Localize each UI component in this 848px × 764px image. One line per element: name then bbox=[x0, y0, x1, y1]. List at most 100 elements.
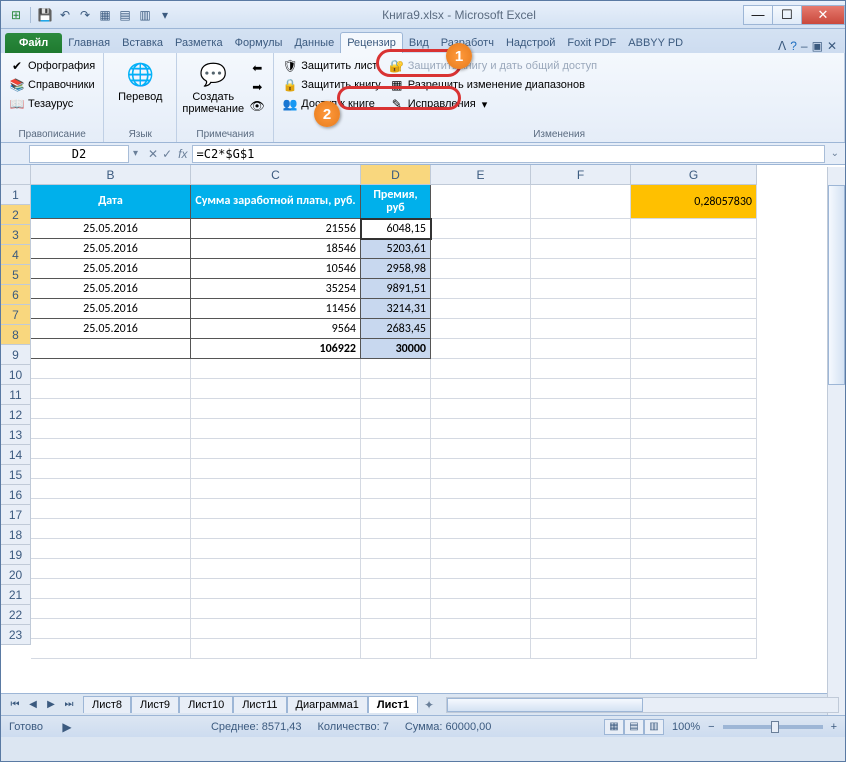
name-box[interactable]: D2 bbox=[29, 145, 129, 163]
cell-C11[interactable] bbox=[191, 399, 361, 419]
cell-C3[interactable]: 18546 bbox=[191, 239, 361, 259]
tab-nav-first[interactable]: ⏮ bbox=[7, 697, 23, 713]
zoom-slider[interactable] bbox=[723, 725, 823, 729]
cell-G22[interactable] bbox=[631, 619, 757, 639]
sheet-tab-Лист11[interactable]: Лист11 bbox=[233, 696, 286, 713]
cell-C15[interactable] bbox=[191, 479, 361, 499]
row-5[interactable]: 5 bbox=[1, 265, 31, 285]
row-6[interactable]: 6 bbox=[1, 285, 31, 305]
hscroll-thumb[interactable] bbox=[447, 698, 642, 712]
cell-B21[interactable] bbox=[31, 599, 191, 619]
cell-D16[interactable] bbox=[361, 499, 431, 519]
cell-D5[interactable]: 9891,51 bbox=[361, 279, 431, 299]
cell-B12[interactable] bbox=[31, 419, 191, 439]
cancel-formula-icon[interactable]: ✕ bbox=[148, 147, 158, 161]
cell-F23[interactable] bbox=[531, 639, 631, 659]
cell-B22[interactable] bbox=[31, 619, 191, 639]
row-10[interactable]: 10 bbox=[1, 365, 31, 385]
row-15[interactable]: 15 bbox=[1, 465, 31, 485]
cell-F21[interactable] bbox=[531, 599, 631, 619]
row-3[interactable]: 3 bbox=[1, 225, 31, 245]
cell-E1[interactable] bbox=[431, 185, 531, 219]
comment-prev[interactable]: ⬅ bbox=[247, 59, 267, 77]
col-G[interactable]: G bbox=[631, 165, 757, 185]
row-18[interactable]: 18 bbox=[1, 525, 31, 545]
cell-D18[interactable] bbox=[361, 539, 431, 559]
vscroll-thumb[interactable] bbox=[828, 185, 845, 385]
cell-F7[interactable] bbox=[531, 319, 631, 339]
cell-F8[interactable] bbox=[531, 339, 631, 359]
help-icon[interactable]: ? bbox=[790, 39, 797, 53]
cell-C23[interactable] bbox=[191, 639, 361, 659]
col-F[interactable]: F bbox=[531, 165, 631, 185]
tab-formulas[interactable]: Формулы bbox=[229, 33, 289, 53]
tab-layout[interactable]: Разметка bbox=[169, 33, 229, 53]
sheet-tab-Диаграмма1[interactable]: Диаграмма1 bbox=[287, 696, 368, 713]
cell-B3[interactable]: 25.05.2016 bbox=[31, 239, 191, 259]
cell-G17[interactable] bbox=[631, 519, 757, 539]
cell-G20[interactable] bbox=[631, 579, 757, 599]
cell-D23[interactable] bbox=[361, 639, 431, 659]
tab-home[interactable]: Главная bbox=[62, 33, 116, 53]
cell-F2[interactable] bbox=[531, 219, 631, 239]
cell-G6[interactable] bbox=[631, 299, 757, 319]
minimize-button[interactable]: — bbox=[743, 5, 773, 25]
cell-E21[interactable] bbox=[431, 599, 531, 619]
cell-E3[interactable] bbox=[431, 239, 531, 259]
doc-close-icon[interactable]: ✕ bbox=[827, 39, 837, 53]
formula-bar[interactable]: =C2*$G$1 bbox=[192, 145, 825, 163]
col-B[interactable]: B bbox=[31, 165, 191, 185]
cell-C12[interactable] bbox=[191, 419, 361, 439]
cell-C19[interactable] bbox=[191, 559, 361, 579]
cell-B13[interactable] bbox=[31, 439, 191, 459]
cell-D15[interactable] bbox=[361, 479, 431, 499]
sheet-tab-Лист10[interactable]: Лист10 bbox=[179, 696, 233, 713]
cell-F10[interactable] bbox=[531, 379, 631, 399]
cell-B20[interactable] bbox=[31, 579, 191, 599]
cell-D4[interactable]: 2958,98 bbox=[361, 259, 431, 279]
cell-B17[interactable] bbox=[31, 519, 191, 539]
cell-E4[interactable] bbox=[431, 259, 531, 279]
row-17[interactable]: 17 bbox=[1, 505, 31, 525]
cell-E10[interactable] bbox=[431, 379, 531, 399]
macro-icon[interactable]: ▶ bbox=[59, 719, 75, 735]
cell-D11[interactable] bbox=[361, 399, 431, 419]
zoom-out[interactable]: − bbox=[708, 721, 714, 733]
translate-button[interactable]: 🌐 Перевод bbox=[110, 57, 170, 105]
zoom-level[interactable]: 100% bbox=[672, 721, 700, 733]
cell-F20[interactable] bbox=[531, 579, 631, 599]
formula-expand-icon[interactable]: ⌄ bbox=[825, 148, 845, 159]
cell-G4[interactable] bbox=[631, 259, 757, 279]
cell-D13[interactable] bbox=[361, 439, 431, 459]
cell-B4[interactable]: 25.05.2016 bbox=[31, 259, 191, 279]
cell-B16[interactable] bbox=[31, 499, 191, 519]
cell-C9[interactable] bbox=[191, 359, 361, 379]
cell-F6[interactable] bbox=[531, 299, 631, 319]
cell-G1[interactable]: 0,28057830 bbox=[631, 185, 757, 219]
tab-addins[interactable]: Надстрой bbox=[500, 33, 561, 53]
row-16[interactable]: 16 bbox=[1, 485, 31, 505]
view-break[interactable]: ▥ bbox=[644, 719, 664, 735]
fx-icon[interactable]: fx bbox=[178, 147, 191, 161]
cell-D7[interactable]: 2683,45 bbox=[361, 319, 431, 339]
cell-G8[interactable] bbox=[631, 339, 757, 359]
cell-B14[interactable] bbox=[31, 459, 191, 479]
cell-D1[interactable]: Премия, руб bbox=[361, 185, 431, 219]
row-19[interactable]: 19 bbox=[1, 545, 31, 565]
cell-C17[interactable] bbox=[191, 519, 361, 539]
row-2[interactable]: 2 bbox=[1, 205, 31, 225]
cell-B23[interactable] bbox=[31, 639, 191, 659]
row-20[interactable]: 20 bbox=[1, 565, 31, 585]
close-button[interactable]: ✕ bbox=[801, 5, 845, 25]
undo-button[interactable]: ↶ bbox=[56, 6, 74, 24]
tab-nav-next[interactable]: ▶ bbox=[43, 697, 59, 713]
cell-E14[interactable] bbox=[431, 459, 531, 479]
cell-G15[interactable] bbox=[631, 479, 757, 499]
sheet-tab-Лист8[interactable]: Лист8 bbox=[83, 696, 131, 713]
cell-B11[interactable] bbox=[31, 399, 191, 419]
tab-file[interactable]: Файл bbox=[5, 33, 62, 53]
doc-max-icon[interactable]: ▣ bbox=[812, 39, 823, 53]
cell-D21[interactable] bbox=[361, 599, 431, 619]
sheet-tab-Лист1[interactable]: Лист1 bbox=[368, 696, 418, 713]
ribbon-min-icon[interactable]: ᐱ bbox=[778, 39, 786, 53]
